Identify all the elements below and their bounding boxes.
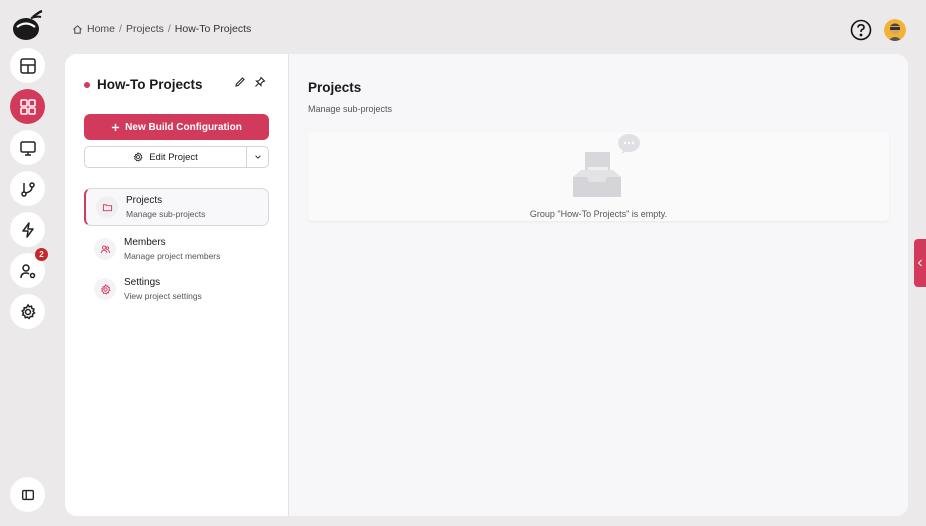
avatar[interactable] [884,19,906,41]
sidebar-item-label: Projects [126,195,163,206]
sidebar-toggle-icon [21,489,34,500]
rail-builds-button[interactable] [10,212,45,247]
folder-icon-wrap [96,196,118,218]
rail-agents-button[interactable] [10,130,45,165]
grid-icon [19,98,36,115]
breadcrumb-home[interactable]: Home [87,23,115,35]
sidebar-item-text: Projects Manage sub-projects [126,195,205,219]
gear-icon [20,303,36,320]
rail-dashboard-button[interactable] [10,48,45,83]
chevron-down-icon [254,155,261,159]
sidebar-item-settings[interactable]: Settings View project settings [84,270,269,308]
git-branch-icon [20,181,35,197]
empty-inbox-icon [573,134,640,197]
status-dot [84,81,90,88]
sidebar-item-text: Members Manage project members [124,237,220,261]
breadcrumb-separator: / [167,23,171,35]
collapse-sidebar-button[interactable] [10,477,45,512]
sidebar-item-label: Members [124,237,166,248]
edit-project-label: Edit Project [149,151,198,163]
sidebar-item-members[interactable]: Members Manage project members [84,230,269,268]
help-icon[interactable] [850,19,872,41]
plus-icon [112,123,120,131]
sidebar-item-sublabel: Manage project members [124,251,221,261]
layout-icon [19,57,36,74]
edit-project-dropdown-button[interactable] [246,147,268,167]
breadcrumb: Home / Projects / How-To Projects [72,23,251,35]
sidebar-item-sublabel: Manage sub-projects [126,209,206,219]
logo-icon[interactable] [11,8,43,42]
edit-project-button[interactable]: Edit Project [85,147,246,167]
breadcrumb-current: How-To Projects [174,23,252,35]
pin-icon[interactable] [254,76,266,88]
gear-icon [100,283,111,295]
project-sidebar: How-To Projects New Build Configuration … [65,54,289,516]
sidebar-item-label: Settings [124,277,161,288]
right-panel-toggle[interactable] [914,239,926,287]
chevron-left-icon [917,259,922,267]
page-subtitle: Manage sub-projects [308,104,393,114]
edit-project-split-button: Edit Project [84,146,269,168]
rail-projects-button[interactable] [10,89,45,124]
sidebar-item-sublabel: View project settings [124,291,202,301]
empty-state: Group "How-To Projects" is empty. [308,132,889,221]
rail-vcs-button[interactable] [10,171,45,206]
monitor-icon [19,140,36,156]
new-build-configuration-button[interactable]: New Build Configuration [84,114,269,140]
empty-state-message: Group "How-To Projects" is empty. [529,209,668,219]
user-avatar-icon [884,19,906,41]
users-icon [100,245,110,253]
gear-icon [133,152,143,162]
new-build-configuration-label: New Build Configuration [125,121,242,133]
project-title: How-To Projects [97,77,203,92]
sidebar-item-text: Settings View project settings [124,277,202,301]
lightning-icon [21,221,34,238]
edit-pencil-icon[interactable] [234,76,246,88]
breadcrumb-projects[interactable]: Projects [126,23,164,35]
members-icon-wrap [94,238,116,260]
breadcrumb-separator: / [119,23,122,35]
sidebar-item-projects[interactable]: Projects Manage sub-projects [84,188,269,226]
notification-badge: 2 [35,248,48,261]
rail-settings-button[interactable] [10,294,45,329]
project-header: How-To Projects [84,77,203,92]
content-panel: Projects Manage sub-projects Group "How-… [289,54,908,516]
user-settings-icon [19,263,35,278]
page-title: Projects [308,80,362,95]
rail-users-button[interactable]: 2 [10,248,48,288]
folder-icon [102,203,112,211]
settings-icon-wrap [94,278,116,300]
home-icon[interactable] [72,24,83,35]
left-rail: 2 [0,0,52,526]
main-card: How-To Projects New Build Configuration … [65,54,908,516]
